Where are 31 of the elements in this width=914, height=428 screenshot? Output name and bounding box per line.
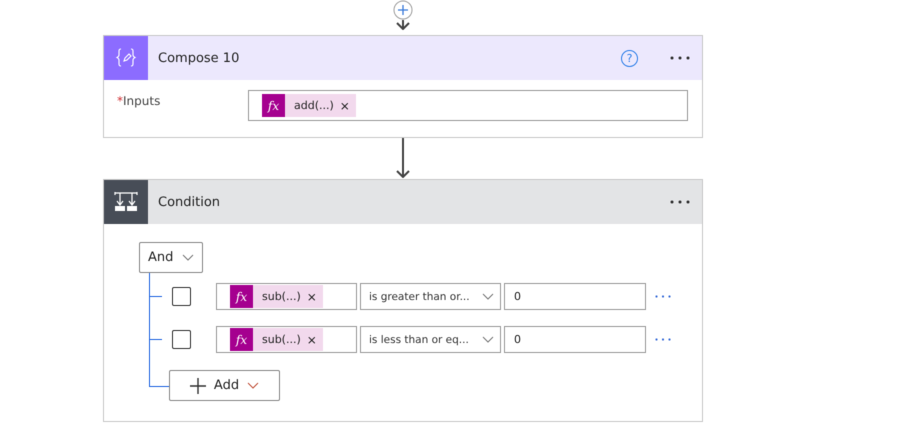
comparison-dropdown[interactable]: is less than or eq... xyxy=(360,326,501,353)
chevron-down-icon xyxy=(182,254,194,261)
more-icon[interactable] xyxy=(670,200,690,204)
chevron-down-icon xyxy=(247,382,260,389)
tree-connector xyxy=(149,273,162,316)
field-label: Inputs xyxy=(123,94,160,108)
inputs-field[interactable]: fx add(...) × xyxy=(248,90,688,121)
operand-field[interactable]: fx sub(...) × xyxy=(216,326,357,353)
arrow-icon xyxy=(395,20,411,30)
value-field[interactable]: 0 xyxy=(504,283,646,310)
add-step-icon[interactable] xyxy=(393,0,413,20)
required-mark: * xyxy=(117,94,123,108)
row-checkbox[interactable] xyxy=(172,330,191,349)
value-field[interactable]: 0 xyxy=(504,326,646,353)
comparison-dropdown[interactable]: is greater than or... xyxy=(360,283,501,310)
add-button[interactable]: Add xyxy=(169,370,280,401)
group-operator-dropdown[interactable]: And xyxy=(139,242,203,273)
card-title: Compose 10 xyxy=(158,50,240,66)
expression-token[interactable]: fx sub(...) × xyxy=(230,285,323,308)
operand-field[interactable]: fx sub(...) × xyxy=(216,283,357,310)
row-checkbox[interactable] xyxy=(172,287,191,306)
arrow-icon xyxy=(395,138,411,178)
more-icon[interactable] xyxy=(655,295,671,298)
expression-token[interactable]: fx sub(...) × xyxy=(230,328,323,351)
more-icon[interactable] xyxy=(655,338,671,341)
plus-icon xyxy=(190,378,206,394)
expression-token[interactable]: fx add(...) × xyxy=(262,94,356,117)
chevron-down-icon xyxy=(482,293,494,300)
chevron-down-icon xyxy=(482,336,494,343)
card-title: Condition xyxy=(158,194,222,210)
more-icon[interactable] xyxy=(670,56,690,60)
